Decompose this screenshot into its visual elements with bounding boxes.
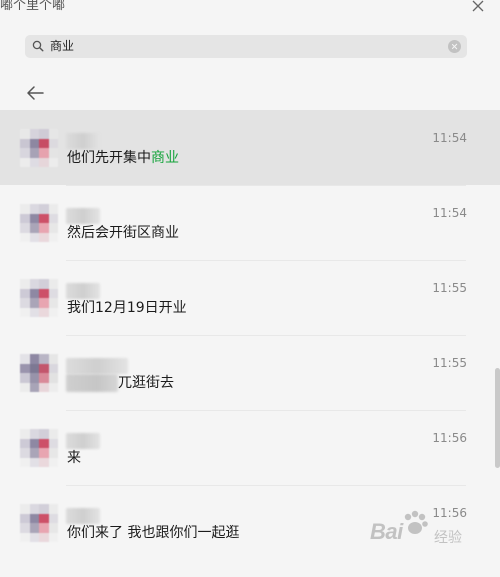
search-bar[interactable]: 商业 xyxy=(25,35,467,58)
message-time: 11:54 xyxy=(432,206,467,220)
avatar xyxy=(20,279,58,317)
message-time: 11:56 xyxy=(432,506,467,520)
result-row[interactable]: 11:54 然后会开街区商业 xyxy=(0,185,500,260)
avatar xyxy=(20,354,58,392)
message-text: 他们先开集中 xyxy=(67,150,151,166)
back-arrow-icon[interactable] xyxy=(22,80,48,106)
result-row[interactable]: 11:56 来 xyxy=(0,410,500,485)
avatar xyxy=(20,129,58,167)
avatar xyxy=(20,504,58,542)
window-title: 嘟个里个嘟 xyxy=(0,0,66,13)
message-preview: 来 xyxy=(67,449,81,467)
message-time: 11:54 xyxy=(432,131,467,145)
contact-name-blurred xyxy=(66,133,100,149)
result-row[interactable]: 11:54 他们先开集中商业 xyxy=(0,110,500,185)
result-row[interactable]: 11:55 兀逛街去 xyxy=(0,335,500,410)
search-icon xyxy=(32,40,44,52)
message-text: 兀逛街去 xyxy=(118,375,174,391)
contact-name-blurred xyxy=(66,208,100,224)
contact-name-blurred xyxy=(66,508,100,524)
contact-name-blurred xyxy=(66,283,100,299)
search-results-list: 11:54 他们先开集中商业 11:54 然后会开街区商业 11:55 我们12… xyxy=(0,110,500,560)
message-time: 11:55 xyxy=(432,356,467,370)
message-preview: 然后会开街区商业 xyxy=(67,224,179,242)
message-preview: 我们12月19日开业 xyxy=(67,299,187,317)
title-bar: 嘟个里个嘟 xyxy=(0,0,500,22)
contact-name-blurred xyxy=(66,433,100,449)
contact-name-blurred xyxy=(66,358,128,374)
avatar xyxy=(20,429,58,467)
message-text: 你们来了 我也跟你们一起逛 xyxy=(67,525,240,541)
message-preview: 他们先开集中商业 xyxy=(67,149,179,167)
search-highlight: 商业 xyxy=(151,150,179,166)
search-input[interactable]: 商业 xyxy=(50,38,74,55)
message-text: 来 xyxy=(67,450,81,466)
result-row[interactable]: 11:56 你们来了 我也跟你们一起逛 xyxy=(0,485,500,560)
avatar xyxy=(20,204,58,242)
close-icon[interactable] xyxy=(470,0,486,14)
message-text: 然后会开街区商业 xyxy=(67,225,179,241)
message-text-blurred xyxy=(66,374,118,392)
message-text: 我们12月19日开业 xyxy=(67,300,187,316)
result-row[interactable]: 11:55 我们12月19日开业 xyxy=(0,260,500,335)
clear-search-icon[interactable] xyxy=(448,40,461,53)
message-preview: 兀逛街去 xyxy=(118,374,174,392)
message-preview: 你们来了 我也跟你们一起逛 xyxy=(67,524,239,542)
message-time: 11:56 xyxy=(432,431,467,445)
scrollbar-thumb[interactable] xyxy=(495,368,500,468)
message-time: 11:55 xyxy=(432,281,467,295)
